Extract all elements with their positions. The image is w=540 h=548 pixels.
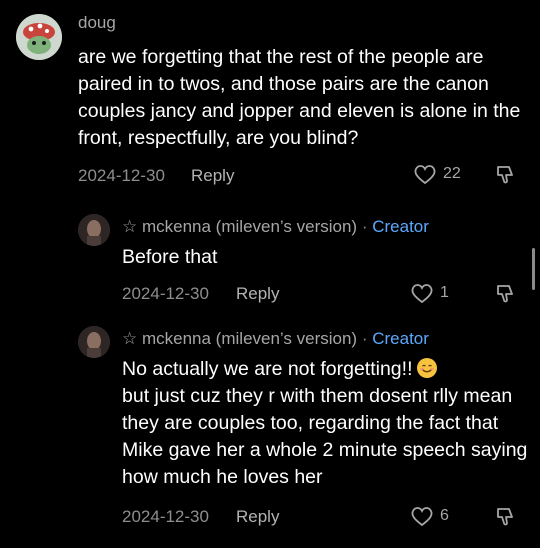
like-button[interactable]: 6 — [410, 505, 449, 527]
dislike-button[interactable] — [494, 505, 518, 534]
reply-button[interactable]: Reply — [236, 507, 279, 527]
comment-date: 2024-12-30 — [122, 284, 209, 303]
comment-date: 2024-12-30 — [78, 166, 165, 185]
thumbs-down-icon — [497, 166, 513, 184]
heart-outline-icon — [414, 165, 436, 185]
comment-text-rest: but just cuz they r with them dosent rll… — [122, 385, 528, 488]
comment-author[interactable]: mckenna (mileven’s version) — [142, 217, 357, 236]
comment-text: are we forgetting that the rest of the p… — [78, 46, 521, 149]
comment-text: Before that — [122, 246, 218, 268]
comment-text: No actually we are not forgetting!! but … — [122, 356, 530, 491]
like-count: 1 — [440, 284, 449, 301]
thumbs-down-icon — [497, 285, 513, 303]
avatar-mckenna[interactable] — [78, 214, 110, 246]
comment-author[interactable]: doug — [78, 13, 116, 33]
star-icon: ☆ — [122, 217, 138, 236]
separator: · — [361, 217, 368, 236]
thumbs-down-icon — [497, 508, 513, 526]
creator-badge: Creator — [372, 329, 429, 348]
creator-badge: Creator — [372, 217, 429, 236]
avatar-mckenna[interactable] — [78, 326, 110, 358]
like-count: 22 — [443, 165, 461, 182]
reply-button[interactable]: Reply — [236, 284, 279, 304]
separator: · — [361, 329, 368, 348]
scrollbar[interactable] — [532, 248, 535, 290]
heart-outline-icon — [411, 284, 433, 304]
like-button[interactable]: 22 — [413, 163, 461, 185]
comment-author[interactable]: mckenna (mileven’s version) — [142, 329, 357, 348]
like-button[interactable]: 1 — [410, 282, 449, 304]
comment-author-line: ☆ mckenna (mileven’s version) · Creator — [122, 329, 429, 349]
comment-text-line1: No actually we are not forgetting!! — [122, 358, 413, 380]
dislike-button[interactable] — [494, 163, 518, 192]
comment-author-line: ☆ mckenna (mileven’s version) · Creator — [122, 217, 429, 237]
reply-button[interactable]: Reply — [191, 166, 234, 186]
avatar-doug[interactable] — [16, 14, 62, 60]
smiling-face-emoji — [416, 358, 437, 378]
dislike-button[interactable] — [494, 282, 518, 311]
star-icon: ☆ — [122, 329, 138, 348]
like-count: 6 — [440, 507, 449, 524]
heart-outline-icon — [411, 507, 433, 527]
comment-date: 2024-12-30 — [122, 507, 209, 526]
